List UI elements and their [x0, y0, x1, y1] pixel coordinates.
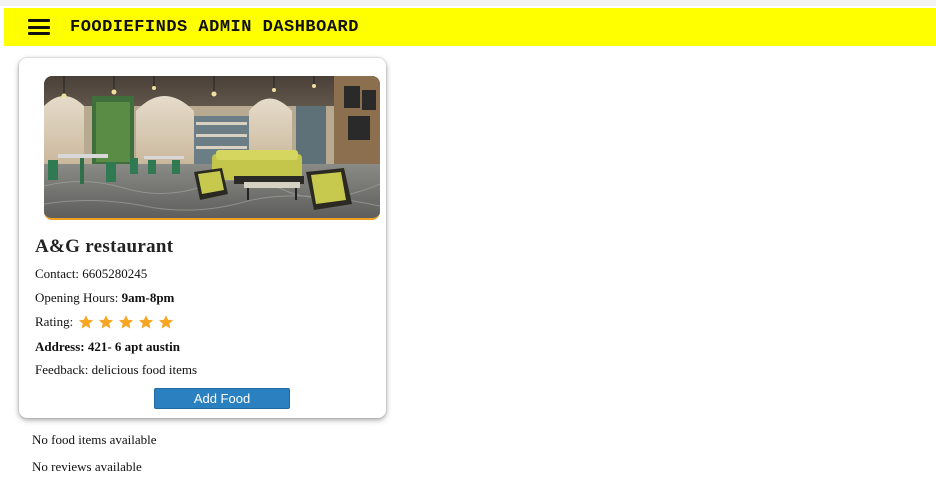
hours-value: 9am-8pm	[121, 290, 175, 305]
star-icon	[118, 314, 134, 330]
restaurant-interior-illustration	[44, 76, 380, 218]
opening-hours-line: Opening Hours: 9am-8pm	[35, 290, 174, 306]
star-icon	[98, 314, 114, 330]
rating-stars	[78, 314, 178, 330]
no-food-items-message: No food items available	[32, 432, 157, 447]
rating-label: Rating:	[35, 314, 74, 329]
restaurant-image	[44, 76, 380, 220]
address-line: Address: 421- 6 apt austin	[35, 339, 180, 354]
contact-line: Contact: 6605280245	[35, 266, 147, 282]
feedback-value: delicious food items	[91, 362, 198, 377]
top-rule	[0, 0, 936, 6]
feedback-label: Feedback:	[35, 362, 89, 377]
contact-label: Contact:	[35, 266, 80, 281]
contact-value: 6605280245	[82, 266, 148, 281]
star-icon	[78, 314, 94, 330]
header-bar: FOODIEFINDS ADMIN DASHBOARD	[4, 8, 936, 46]
star-icon	[138, 314, 154, 330]
restaurant-name: A&G restaurant	[35, 236, 174, 257]
restaurant-card: A&G restaurant Contact: 6605280245 Openi…	[19, 58, 386, 418]
star-icon	[158, 314, 174, 330]
rating-line: Rating:	[35, 314, 178, 330]
feedback-line: Feedback: delicious food items	[35, 362, 197, 378]
add-food-button[interactable]: Add Food	[154, 388, 290, 409]
hours-label: Opening Hours:	[35, 290, 119, 305]
page: FOODIEFINDS ADMIN DASHBOARD A&G restaura…	[0, 0, 936, 480]
no-reviews-message: No reviews available	[32, 459, 142, 474]
hamburger-menu-icon[interactable]	[28, 19, 50, 35]
app-title: FOODIEFINDS ADMIN DASHBOARD	[70, 17, 359, 37]
